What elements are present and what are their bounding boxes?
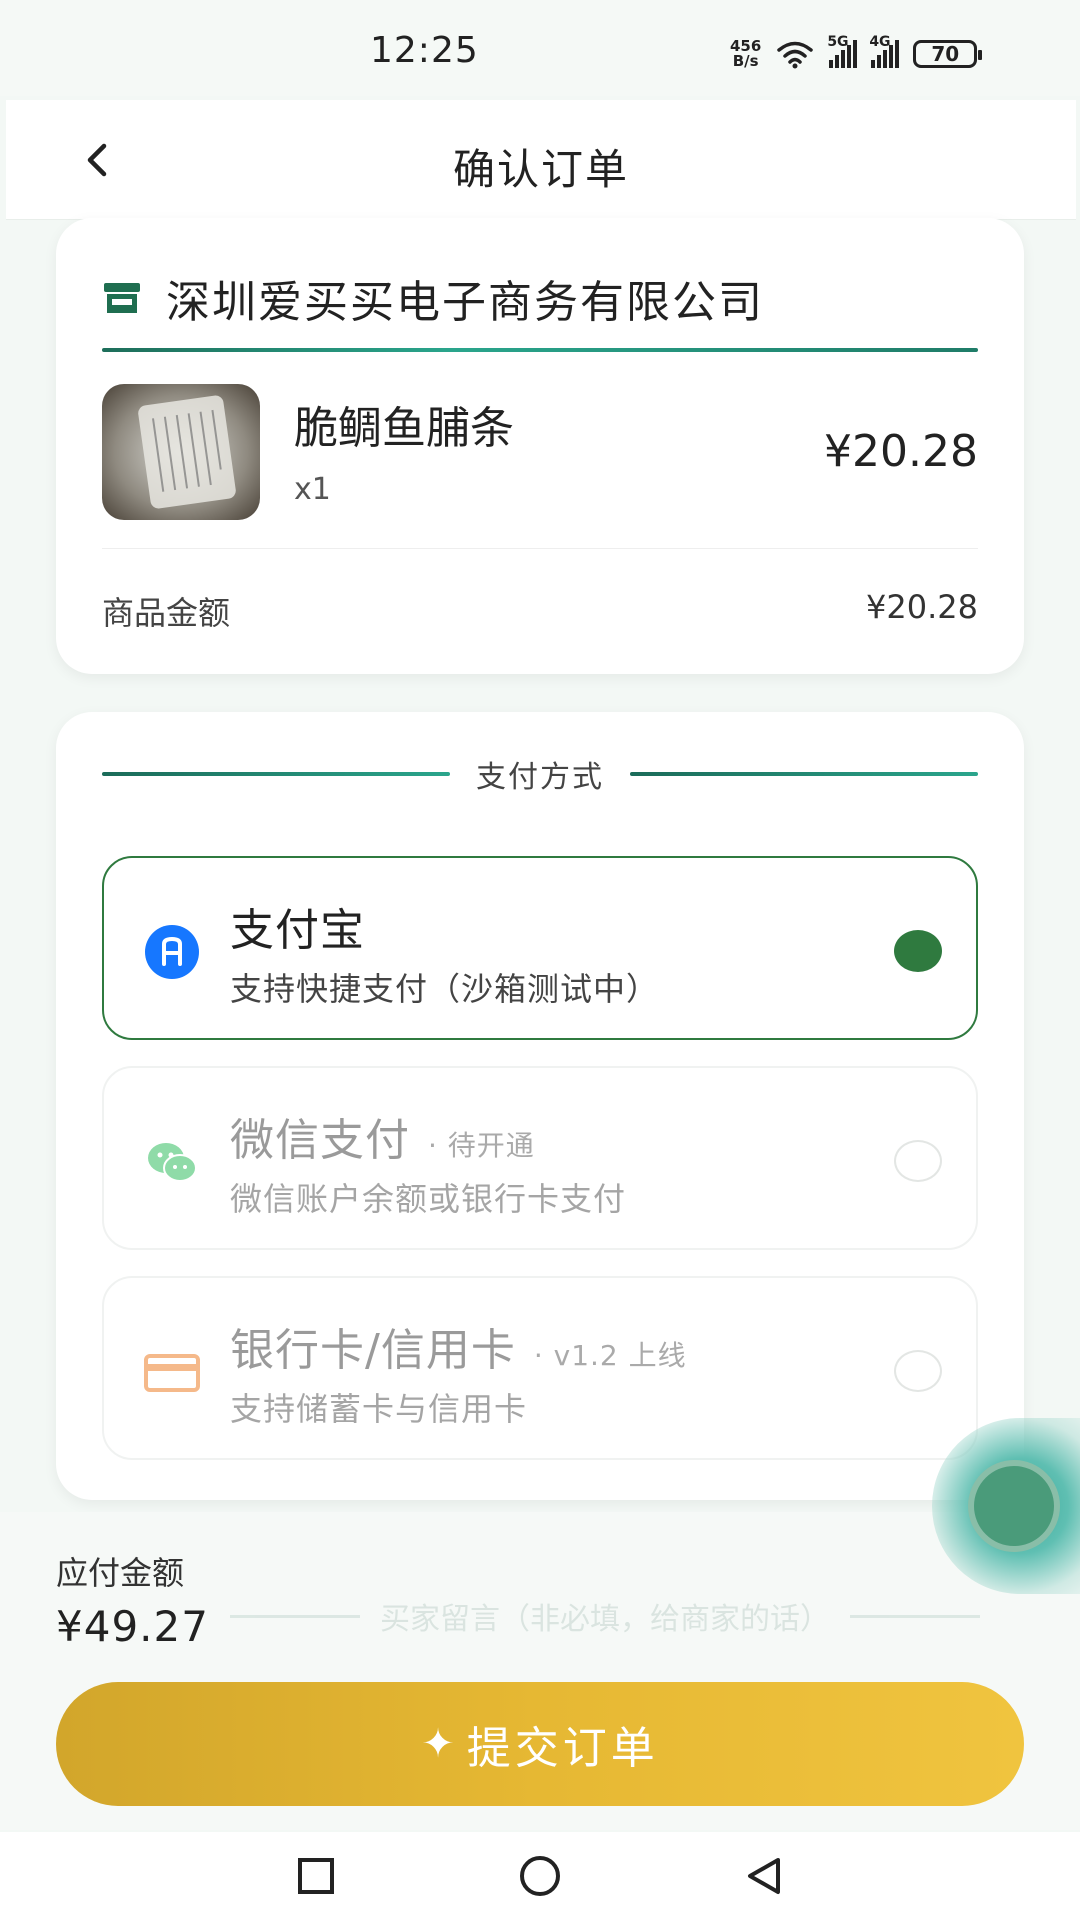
total-value: ¥49.27: [56, 1602, 209, 1651]
radio-selected[interactable]: [894, 930, 942, 972]
product-price: ¥20.28: [824, 426, 978, 477]
network-speed: 456 B/s: [730, 37, 762, 70]
heading-line-left: [102, 772, 450, 776]
payment-option-bank-card[interactable]: 银行卡/信用卡 · v1.2 上线 支持储蓄卡与信用卡: [102, 1276, 978, 1460]
radio-unselected[interactable]: [894, 1140, 942, 1182]
wechat-icon: [148, 1143, 197, 1182]
store-icon: [104, 283, 140, 313]
option-title: 银行卡/信用卡 · v1.2 上线: [230, 1325, 687, 1376]
payment-option-alipay[interactable]: 支付宝 支持快捷支付（沙箱测试中）: [102, 856, 978, 1040]
battery-icon: 70: [913, 40, 983, 68]
page-header: 确认订单: [6, 100, 1076, 220]
page-title: 确认订单: [452, 145, 629, 194]
option-subtitle: 微信账户余额或银行卡支付: [230, 1180, 627, 1218]
alipay-icon: [145, 925, 199, 979]
home-button[interactable]: [516, 1852, 564, 1900]
total-label: 应付金额: [56, 1554, 185, 1592]
subtotal-value: ¥20.28: [866, 588, 978, 626]
status-icons: 456 B/s 5G 4G 70: [730, 34, 983, 74]
option-subtitle: 支持快捷支付（沙箱测试中）: [230, 970, 660, 1008]
remark-hint[interactable]: 买家留言（非必填，给商家的话）: [230, 1594, 980, 1638]
submit-label: 提交订单: [466, 1723, 659, 1774]
option-tag: · v1.2 上线: [533, 1339, 687, 1372]
assistant-icon: [968, 1460, 1060, 1552]
shop-name: 深圳爱买买电子商务有限公司: [166, 277, 764, 328]
product-quantity: x1: [294, 472, 331, 507]
heading-line-right: [630, 772, 978, 776]
payment-option-wechat[interactable]: 微信支付 · 待开通 微信账户余额或银行卡支付: [102, 1066, 978, 1250]
bank-card-icon: [144, 1354, 200, 1392]
shop-row[interactable]: 深圳爱买买电子商务有限公司: [102, 266, 764, 330]
option-tag: · 待开通: [428, 1129, 535, 1162]
product-name: 脆鲷鱼脯条: [294, 403, 514, 454]
product-image[interactable]: [102, 384, 260, 520]
order-card: 深圳爱买买电子商务有限公司 脆鲷鱼脯条 x1 ¥20.28 商品金额 ¥20.2…: [56, 218, 1024, 674]
option-subtitle: 支持储蓄卡与信用卡: [230, 1390, 528, 1428]
remark-hint-text: 买家留言（非必填，给商家的话）: [380, 1602, 830, 1637]
signal-4g-icon: 4G: [869, 34, 900, 68]
sparkle-icon: ✦: [421, 1721, 455, 1767]
radio-unselected[interactable]: [894, 1350, 942, 1392]
submit-order-button[interactable]: ✦ 提交订单: [56, 1682, 1024, 1806]
divider: [102, 548, 978, 549]
option-title: 支付宝: [230, 905, 365, 956]
wifi-icon: [777, 41, 814, 69]
system-nav-bar: [0, 1832, 1080, 1920]
subtotal-label: 商品金额: [102, 594, 231, 632]
shop-divider: [102, 348, 978, 352]
option-title: 微信支付 · 待开通: [230, 1115, 535, 1166]
signal-5g-icon: 5G: [827, 34, 858, 68]
status-time: 12:25: [370, 30, 479, 71]
status-bar: 12:25 456 B/s 5G 4G 70: [0, 0, 1080, 96]
back-nav-button[interactable]: [740, 1852, 788, 1900]
payment-card: 支付方式 支付宝 支持快捷支付（沙箱测试中） 微信支付 · 待开通 微信账户余额或…: [56, 712, 1024, 1500]
payment-heading: 支付方式: [476, 760, 604, 795]
recents-button[interactable]: [292, 1852, 340, 1900]
payment-heading-row: 支付方式: [102, 754, 978, 795]
